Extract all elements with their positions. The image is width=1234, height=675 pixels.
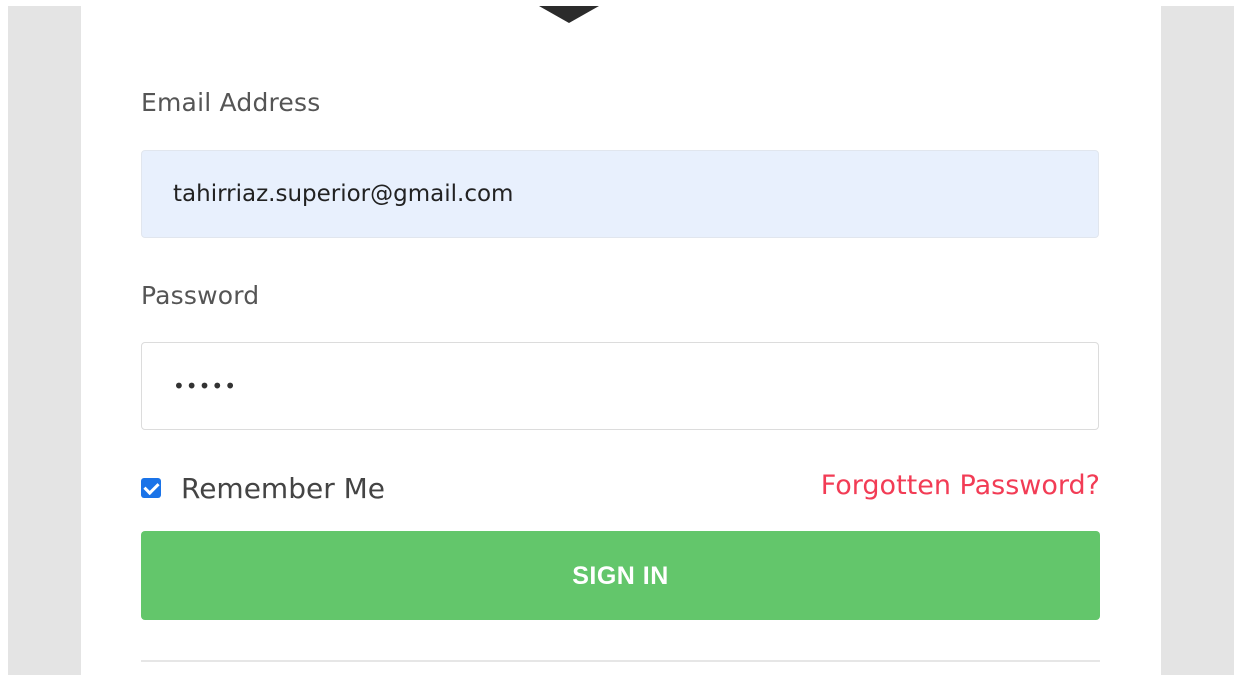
remember-me-row[interactable]: Remember Me	[141, 470, 385, 506]
divider	[141, 660, 1100, 662]
email-label: Email Address	[141, 88, 321, 117]
password-label: Password	[141, 281, 260, 310]
sign-in-button[interactable]: SIGN IN	[141, 531, 1100, 620]
caret-down-icon	[539, 6, 599, 23]
remember-me-label: Remember Me	[181, 471, 385, 505]
email-field[interactable]: tahirriaz.superior@gmail.com	[141, 150, 1099, 238]
remember-me-checkbox[interactable]	[141, 478, 161, 498]
password-field[interactable]: •••••	[141, 342, 1099, 430]
left-gutter	[8, 6, 81, 675]
login-card: Email Address tahirriaz.superior@gmail.c…	[81, 0, 1161, 675]
page: Email Address tahirriaz.superior@gmail.c…	[0, 0, 1234, 675]
right-gutter	[1161, 6, 1234, 675]
forgotten-password-link[interactable]: Forgotten Password?	[821, 470, 1100, 501]
